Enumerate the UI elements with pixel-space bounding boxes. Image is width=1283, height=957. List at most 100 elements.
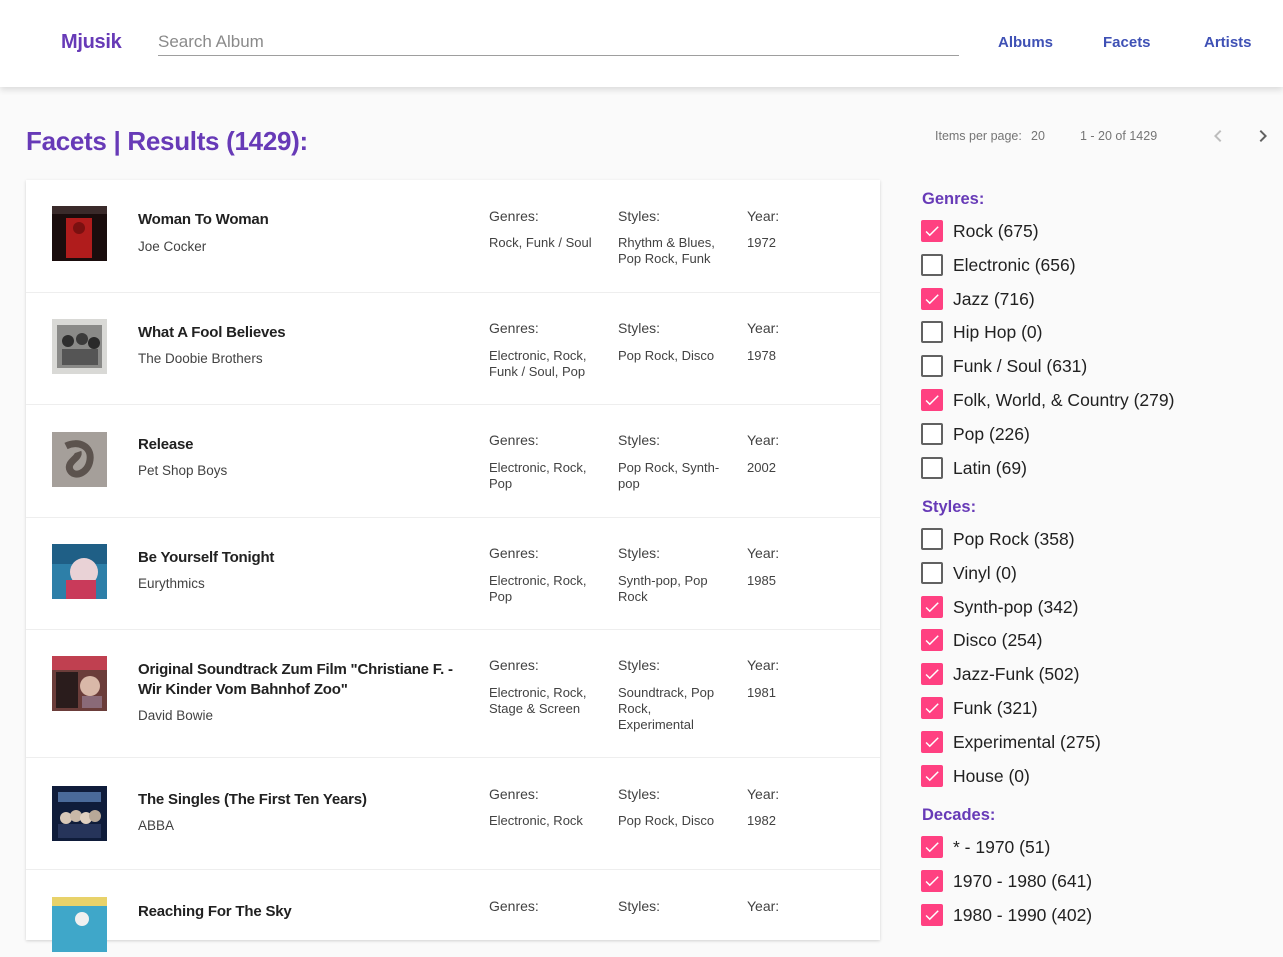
genres-label: Genres: <box>489 432 539 448</box>
facet-option-styles[interactable]: Pop Rock (358) <box>921 527 1075 551</box>
checkbox-checked[interactable] <box>921 288 943 310</box>
album-genres: Electronic, Rock <box>489 813 583 828</box>
album-styles: Pop Rock, Synth-pop <box>618 460 720 491</box>
nav-artists-link[interactable]: Artists <box>1204 34 1252 51</box>
facet-option-label: House (0) <box>953 765 1030 786</box>
checkbox-checked[interactable] <box>921 904 943 926</box>
styles-label: Styles: <box>618 898 661 914</box>
album-list: Woman To Woman Joe Cocker Genres: Rock, … <box>26 180 880 952</box>
facet-option-styles[interactable]: Vinyl (0) <box>921 561 1017 585</box>
facet-option-genres[interactable]: Jazz (716) <box>921 287 1035 311</box>
app-brand[interactable]: Mjusik <box>61 31 122 54</box>
previous-page-button[interactable] <box>1206 124 1230 148</box>
styles-label: Styles: <box>618 208 661 224</box>
facet-option-label: Funk / Soul (631) <box>953 355 1088 376</box>
facet-option-styles[interactable]: Funk (321) <box>921 696 1038 720</box>
album-cover <box>52 544 107 599</box>
styles-label: Styles: <box>618 320 661 336</box>
album-cover <box>52 319 107 374</box>
album-row[interactable]: The Singles (The First Ten Years) ABBA G… <box>26 758 880 870</box>
album-row[interactable]: Be Yourself Tonight Eurythmics Genres: E… <box>26 518 880 630</box>
album-artist: Eurythmics <box>138 576 205 591</box>
checkbox-unchecked[interactable] <box>921 423 943 445</box>
check-icon <box>925 294 939 305</box>
items-per-page-select[interactable]: 20 <box>1031 129 1045 143</box>
facet-option-genres[interactable]: Electronic (656) <box>921 253 1076 277</box>
album-artist: Pet Shop Boys <box>138 463 228 478</box>
year-label: Year: <box>747 898 780 914</box>
checkbox-checked[interactable] <box>921 663 943 685</box>
album-year: 1985 <box>747 573 776 588</box>
facet-option-styles[interactable]: Synth-pop (342) <box>921 595 1079 619</box>
next-page-button[interactable] <box>1251 124 1275 148</box>
checkbox-unchecked[interactable] <box>921 355 943 377</box>
album-year: 2002 <box>747 460 776 475</box>
chevron-left-icon <box>1214 130 1222 142</box>
album-row[interactable]: Woman To Woman Joe Cocker Genres: Rock, … <box>26 180 880 293</box>
checkbox-checked[interactable] <box>921 697 943 719</box>
checkbox-unchecked[interactable] <box>921 321 943 343</box>
checkbox-checked[interactable] <box>921 629 943 651</box>
checkbox-checked[interactable] <box>921 765 943 787</box>
check-icon <box>925 635 939 646</box>
genres-facet-heading: Genres: <box>922 190 985 208</box>
album-row[interactable]: Reaching For The Sky Genres: Styles: Yea… <box>26 870 880 952</box>
facet-option-label: Latin (69) <box>953 457 1027 478</box>
checkbox-checked[interactable] <box>921 596 943 618</box>
facet-option-genres[interactable]: Rock (675) <box>921 219 1039 243</box>
genres-label: Genres: <box>489 208 539 224</box>
album-row[interactable]: What A Fool Believes The Doobie Brothers… <box>26 293 880 405</box>
facet-option-genres[interactable]: Pop (226) <box>921 422 1030 446</box>
checkbox-unchecked[interactable] <box>921 562 943 584</box>
nav-albums-link[interactable]: Albums <box>998 34 1053 51</box>
facet-option-decades[interactable]: 1970 - 1980 (641) <box>921 869 1092 893</box>
album-genres: Electronic, Rock, Stage & Screen <box>489 685 587 716</box>
checkbox-checked[interactable] <box>921 389 943 411</box>
album-row[interactable]: Release Pet Shop Boys Genres: Electronic… <box>26 405 880 518</box>
page-title: Facets | Results (1429): <box>26 126 308 156</box>
facet-option-label: 1970 - 1980 (641) <box>953 870 1093 891</box>
facet-option-styles[interactable]: Jazz-Funk (502) <box>921 662 1079 686</box>
album-title: Original Soundtrack Zum Film "Christiane… <box>138 661 453 698</box>
facet-option-decades[interactable]: 1980 - 1990 (402) <box>921 903 1092 927</box>
checkbox-checked[interactable] <box>921 870 943 892</box>
check-icon <box>925 602 939 613</box>
facet-option-genres[interactable]: Folk, World, & Country (279) <box>921 388 1174 412</box>
facet-option-styles[interactable]: Disco (254) <box>921 628 1042 652</box>
check-icon <box>925 910 939 921</box>
top-toolbar: Mjusik Albums Facets Artists <box>0 0 1283 87</box>
facet-option-label: Pop (226) <box>953 423 1030 444</box>
styles-label: Styles: <box>618 432 661 448</box>
facet-option-genres[interactable]: Latin (69) <box>921 456 1027 480</box>
check-icon <box>925 737 939 748</box>
facet-option-decades[interactable]: * - 1970 (51) <box>921 835 1050 859</box>
page-range-label: 1 - 20 of 1429 <box>1080 129 1158 143</box>
facet-option-label: * - 1970 (51) <box>953 836 1051 857</box>
checkbox-checked[interactable] <box>921 731 943 753</box>
checkbox-unchecked[interactable] <box>921 254 943 276</box>
checkbox-checked[interactable] <box>921 836 943 858</box>
facet-option-genres[interactable]: Funk / Soul (631) <box>921 354 1087 378</box>
checkbox-checked[interactable] <box>921 220 943 242</box>
facet-option-genres[interactable]: Hip Hop (0) <box>921 320 1042 344</box>
checkbox-unchecked[interactable] <box>921 528 943 550</box>
check-icon <box>925 876 939 887</box>
facet-option-label: Disco (254) <box>953 629 1043 650</box>
album-artist: The Doobie Brothers <box>138 351 263 366</box>
facet-option-styles[interactable]: Experimental (275) <box>921 730 1101 754</box>
album-cover <box>52 206 107 261</box>
genres-label: Genres: <box>489 786 539 802</box>
nav-facets-link[interactable]: Facets <box>1103 34 1151 51</box>
facet-option-styles[interactable]: House (0) <box>921 764 1030 788</box>
decades-facet-heading: Decades: <box>922 806 996 824</box>
facet-option-label: Folk, World, & Country (279) <box>953 389 1175 410</box>
facet-option-label: Funk (321) <box>953 697 1038 718</box>
styles-facet-heading: Styles: <box>922 498 977 516</box>
check-icon <box>925 226 939 237</box>
check-icon <box>925 842 939 853</box>
album-title: What A Fool Believes <box>138 324 286 341</box>
genres-label: Genres: <box>489 545 539 561</box>
search-input[interactable] <box>158 24 959 56</box>
album-row[interactable]: Original Soundtrack Zum Film "Christiane… <box>26 630 880 758</box>
checkbox-unchecked[interactable] <box>921 457 943 479</box>
